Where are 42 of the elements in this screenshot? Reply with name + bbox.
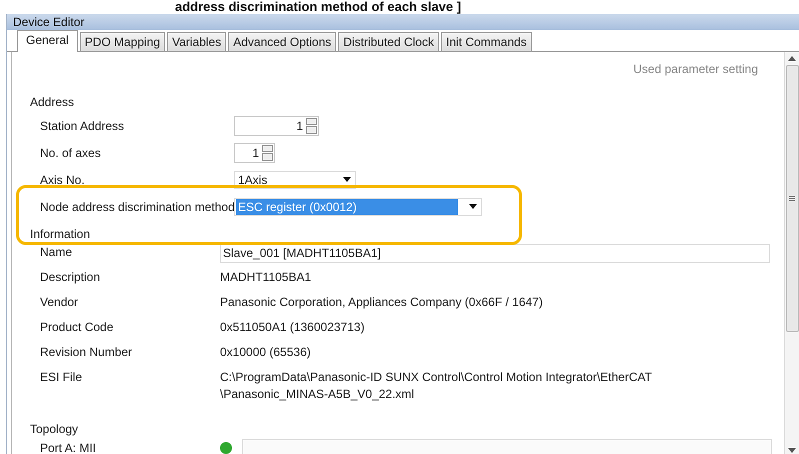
- scrollbar[interactable]: [784, 52, 799, 454]
- tab[interactable]: Advanced Options: [228, 32, 336, 51]
- field-label: Vendor: [39, 294, 80, 311]
- field-label: Description: [39, 269, 102, 286]
- window-title: Device Editor: [7, 14, 799, 30]
- name-field[interactable]: Slave_001 [MADHT1105BA1]: [220, 244, 770, 263]
- caret-icon: [469, 204, 477, 209]
- status-text: Used parameter setting: [633, 62, 758, 78]
- caption-text: address discrimination method of each slave ]: [174, 0, 462, 14]
- section-heading: Address: [30, 94, 76, 111]
- field-label: Axis No.: [39, 172, 86, 186]
- tab[interactable]: Variables: [167, 32, 226, 51]
- caret-icon: [343, 177, 351, 182]
- scroll-thumb[interactable]: [786, 65, 798, 332]
- field-value: 0x511050A1 (1360023713): [220, 319, 366, 336]
- section-heading: Information: [30, 226, 92, 243]
- field-label: No. of axes: [39, 146, 102, 160]
- field-label: Name: [39, 244, 74, 261]
- field-label: Station Address: [39, 118, 126, 132]
- number-spinner[interactable]: 1: [234, 142, 275, 162]
- dropdown[interactable]: 1Axis: [234, 170, 356, 188]
- tab[interactable]: Init Commands: [440, 32, 532, 51]
- grip-icon: [789, 196, 795, 201]
- field-value: 0x10000 (65536): [220, 344, 312, 361]
- field-value: Panasonic Corporation, Appliances Company (0x66F / 1647): [220, 294, 544, 311]
- spin-arrows-icon[interactable]: [306, 118, 317, 134]
- field-label: Product Code: [39, 319, 114, 336]
- field-label: Revision Number: [39, 344, 134, 361]
- port-field[interactable]: [242, 439, 772, 454]
- tab[interactable]: PDO Mapping: [80, 32, 166, 51]
- field-label: ESI File: [39, 369, 84, 386]
- tab[interactable]: Distributed Clock: [338, 32, 439, 51]
- scroll-down-icon[interactable]: [788, 448, 796, 453]
- field-value: MADHT1105BA1: [220, 269, 312, 286]
- field-label: Port A: MII: [39, 441, 98, 454]
- tab[interactable]: General: [17, 30, 78, 52]
- spin-arrows-icon[interactable]: [262, 144, 273, 160]
- section-heading: Topology: [30, 421, 80, 438]
- number-spinner[interactable]: 1: [234, 116, 319, 136]
- field-label: Node address discrimination method: [39, 200, 234, 214]
- field-value: C:\ProgramData\Panasonic-ID SUNX Control\Control Motion Integrator\EtherCAT \Panasonic_MINAS-A5B_V0_22.xml: [220, 369, 653, 403]
- scroll-up-icon[interactable]: [788, 56, 796, 61]
